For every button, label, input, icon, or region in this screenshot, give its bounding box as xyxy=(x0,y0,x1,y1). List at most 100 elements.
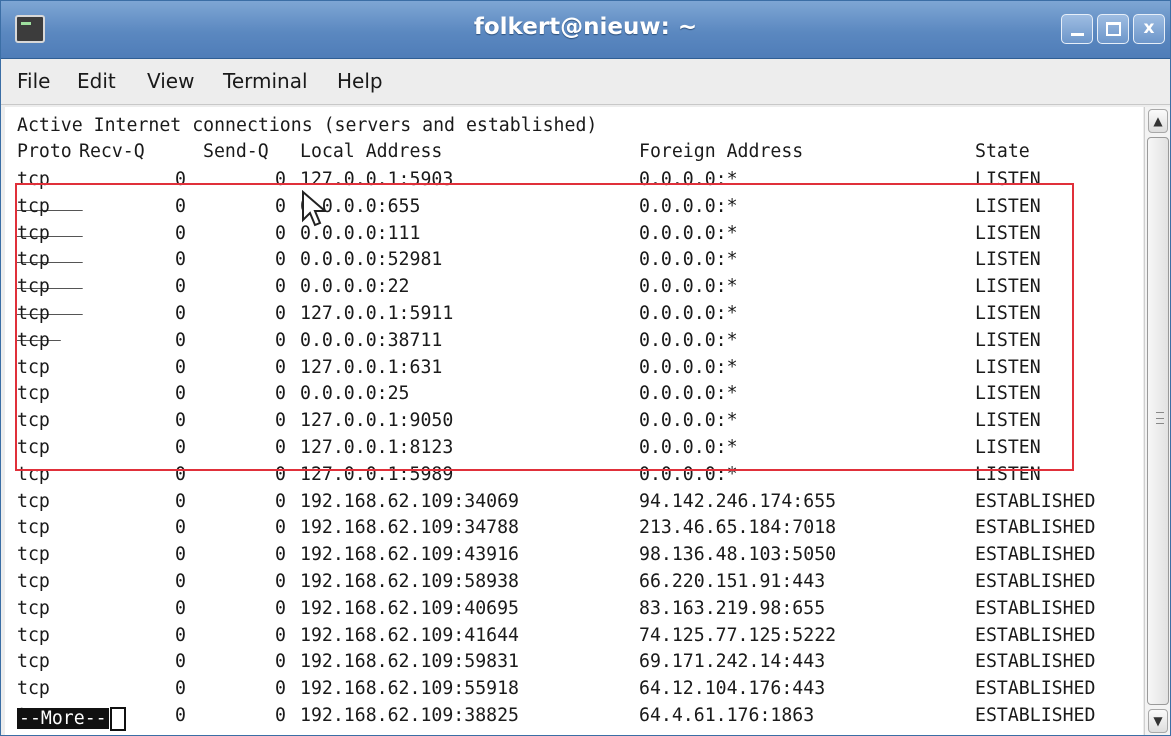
cell-sendq: 0 xyxy=(275,169,286,190)
cell-foreign-address: 64.4.61.176:1863 xyxy=(639,705,815,726)
cell-local-address: 192.168.62.109:58938 xyxy=(300,571,519,592)
cell-state: LISTEN xyxy=(975,383,1041,405)
cell-foreign-address: 0.0.0.0:* xyxy=(639,303,738,324)
table-row: tcp 0 0 0.0.0.0:655 0.0.0.0:* LISTEN xyxy=(17,194,1137,220)
cell-sendq: 0 xyxy=(275,222,286,244)
scroll-down-icon[interactable]: ▼ xyxy=(1148,709,1168,733)
cell-sendq: 0 xyxy=(275,678,286,700)
cell-state: LISTEN xyxy=(975,195,1041,217)
cell-state: ESTABLISHED xyxy=(975,705,1096,726)
cell-recvq: 0 xyxy=(175,544,186,566)
cell-local-address: 192.168.62.109:40695 xyxy=(300,597,519,619)
output-heading: Active Internet connections (servers and… xyxy=(17,115,598,136)
menu-edit[interactable]: Edit xyxy=(77,69,116,93)
cell-recvq: 0 xyxy=(175,410,186,432)
table-row: tcp 0 0 127.0.0.1:631 0.0.0.0:* LISTEN xyxy=(17,355,1137,381)
cell-proto: tcp xyxy=(17,329,50,351)
cell-proto: tcp xyxy=(17,463,50,485)
cell-state: ESTABLISHED xyxy=(975,678,1096,700)
cell-state: LISTEN xyxy=(975,303,1041,324)
cell-foreign-address: 69.171.242.14:443 xyxy=(639,651,826,673)
cell-foreign-address: 0.0.0.0:* xyxy=(639,383,738,405)
cell-local-address: 127.0.0.1:5911 xyxy=(300,303,454,324)
cell-state: LISTEN xyxy=(975,329,1041,351)
cell-foreign-address: 98.136.48.103:5050 xyxy=(639,544,837,566)
cell-local-address: 127.0.0.1:5989 xyxy=(300,463,454,485)
vertical-scrollbar[interactable]: ▲ ▼ xyxy=(1144,107,1170,735)
cell-recvq: 0 xyxy=(175,383,186,405)
cell-local-address: 0.0.0.0:38711 xyxy=(300,329,443,351)
cell-sendq: 0 xyxy=(275,329,286,351)
header-state: State xyxy=(975,141,1030,162)
cell-recvq: 0 xyxy=(175,571,186,592)
minimize-button[interactable] xyxy=(1061,14,1093,44)
table-row: tcp 0 0 192.168.62.109:43916 98.136.48.103:5… xyxy=(17,542,1137,568)
table-row: tcp 0 0 127.0.0.1:8123 0.0.0.0:* LISTEN xyxy=(17,435,1137,461)
cell-state: LISTEN xyxy=(975,249,1041,271)
menu-terminal[interactable]: Terminal xyxy=(223,69,308,93)
table-row: tcp 0 0 192.168.62.109:34069 94.142.246.174:… xyxy=(17,489,1137,515)
cell-local-address: 192.168.62.109:41644 xyxy=(300,624,519,646)
table-row: tcp 0 0 0.0.0.0:22 0.0.0.0:* LISTEN xyxy=(17,274,1137,300)
cell-proto: tcp xyxy=(17,249,50,271)
menu-file[interactable]: File xyxy=(17,69,50,93)
mouse-pointer-icon xyxy=(302,190,328,227)
table-row: tcp 0 0 0.0.0.0:38711 0.0.0.0:* LISTEN xyxy=(17,328,1137,354)
cell-foreign-address: 0.0.0.0:* xyxy=(639,329,738,351)
cell-proto: tcp xyxy=(17,571,50,592)
cell-proto: tcp xyxy=(17,169,50,190)
cell-state: ESTABLISHED xyxy=(975,624,1096,646)
header-recvq: Recv-Q xyxy=(79,141,145,162)
cell-local-address: 192.168.62.109:34788 xyxy=(300,517,519,539)
cell-sendq: 0 xyxy=(275,276,286,298)
cell-local-address: 192.168.62.109:59831 xyxy=(300,651,519,673)
cell-local-address: 0.0.0.0:25 xyxy=(300,383,410,405)
cell-proto: tcp xyxy=(17,195,50,217)
cell-sendq: 0 xyxy=(275,517,286,539)
cell-sendq: 0 xyxy=(275,463,286,485)
cell-recvq: 0 xyxy=(175,678,186,700)
title-bar[interactable]: folkert@nieuw: ~ x xyxy=(1,1,1170,59)
cell-proto: tcp xyxy=(17,303,50,324)
cell-recvq: 0 xyxy=(175,195,186,217)
maximize-button[interactable] xyxy=(1097,14,1129,44)
cell-foreign-address: 0.0.0.0:* xyxy=(639,356,738,378)
cell-local-address: 127.0.0.1:9050 xyxy=(300,410,454,432)
cell-proto: tcp xyxy=(17,517,50,539)
header-sendq: Send-Q xyxy=(203,141,269,162)
cell-state: ESTABLISHED xyxy=(975,651,1096,673)
table-row: tcp 0 0 0.0.0.0:111 0.0.0.0:* LISTEN xyxy=(17,221,1137,247)
cell-foreign-address: 0.0.0.0:* xyxy=(639,437,738,458)
cell-recvq: 0 xyxy=(175,329,186,351)
terminal-window: folkert@nieuw: ~ x File Edit View Termin… xyxy=(0,0,1171,736)
window-title: folkert@nieuw: ~ xyxy=(473,14,698,40)
cell-foreign-address: 213.46.65.184:7018 xyxy=(639,517,837,539)
cell-recvq: 0 xyxy=(175,437,186,458)
cell-state: ESTABLISHED xyxy=(975,490,1096,512)
cell-foreign-address: 0.0.0.0:* xyxy=(639,463,738,485)
cell-local-address: 127.0.0.1:631 xyxy=(300,356,443,378)
scroll-thumb[interactable] xyxy=(1147,137,1169,705)
cell-proto: tcp xyxy=(17,356,50,378)
grip-icon xyxy=(1156,412,1164,424)
cell-local-address: 0.0.0.0:52981 xyxy=(300,249,443,271)
terminal-output[interactable]: Active Internet connections (servers and… xyxy=(5,107,1143,735)
menu-view[interactable]: View xyxy=(147,69,194,93)
cell-sendq: 0 xyxy=(275,705,286,726)
cell-state: LISTEN xyxy=(975,463,1041,485)
table-row: tcp 0 0 192.168.62.109:58938 66.220.151.91:4… xyxy=(17,569,1137,595)
pager-prompt[interactable]: --More-- xyxy=(17,707,126,731)
cell-foreign-address: 0.0.0.0:* xyxy=(639,222,738,244)
scroll-up-icon[interactable]: ▲ xyxy=(1148,109,1168,133)
cell-state: LISTEN xyxy=(975,276,1041,298)
cell-proto: tcp xyxy=(17,624,50,646)
cell-sendq: 0 xyxy=(275,303,286,324)
header-foreign-address: Foreign Address xyxy=(639,141,804,162)
cell-foreign-address: 66.220.151.91:443 xyxy=(639,571,826,592)
cell-proto: tcp xyxy=(17,544,50,566)
table-row: tcp 0 0 0.0.0.0:25 0.0.0.0:* LISTEN xyxy=(17,381,1137,407)
close-button[interactable]: x xyxy=(1133,14,1165,44)
menu-help[interactable]: Help xyxy=(337,69,383,93)
cell-proto: tcp xyxy=(17,651,50,673)
cell-sendq: 0 xyxy=(275,356,286,378)
